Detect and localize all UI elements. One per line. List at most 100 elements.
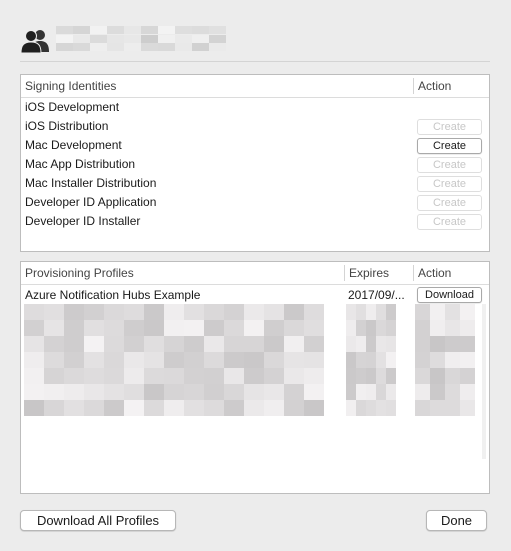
- signing-identities-header: Signing Identities Action: [21, 75, 489, 98]
- redaction-pixel: [445, 352, 460, 368]
- redaction-pixel: [346, 368, 356, 384]
- signing-identity-name: Developer ID Application: [25, 195, 157, 209]
- create-button[interactable]: Create: [417, 195, 482, 211]
- col-action[interactable]: Action: [414, 75, 489, 97]
- redacted-profile-names: [24, 304, 324, 422]
- profile-expires: 2017/09/...: [348, 288, 405, 302]
- redaction-pixel: [204, 320, 224, 336]
- provisioning-profile-row[interactable]: Azure Notification Hubs Example 2017/09/.…: [21, 285, 489, 305]
- download-button[interactable]: Download: [417, 287, 482, 303]
- redaction-pixel: [284, 352, 304, 368]
- redaction-pixel: [107, 26, 124, 34]
- redaction-pixel: [430, 384, 445, 400]
- provisioning-profiles-header: Provisioning Profiles Expires Action: [21, 262, 489, 285]
- redaction-pixel: [184, 368, 204, 384]
- redaction-pixel: [376, 400, 386, 416]
- signing-identity-row[interactable]: Mac Development Create: [21, 136, 489, 155]
- redaction-pixel: [445, 384, 460, 400]
- redaction-pixel: [284, 304, 304, 320]
- redaction-pixel: [346, 400, 356, 416]
- redaction-pixel: [24, 352, 44, 368]
- redaction-pixel: [224, 336, 244, 352]
- create-button[interactable]: Create: [417, 214, 482, 230]
- redaction-pixel: [164, 304, 184, 320]
- redaction-pixel: [376, 368, 386, 384]
- redaction-pixel: [124, 352, 144, 368]
- redaction-pixel: [264, 400, 284, 416]
- signing-identity-name: iOS Development: [25, 100, 120, 114]
- create-button[interactable]: Create: [417, 138, 482, 154]
- redaction-pixel: [44, 384, 64, 400]
- redaction-pixel: [44, 336, 64, 352]
- redaction-pixel: [386, 400, 396, 416]
- redaction-pixel: [64, 304, 84, 320]
- redaction-pixel: [430, 368, 445, 384]
- redaction-pixel: [284, 400, 304, 416]
- redaction-pixel: [144, 400, 164, 416]
- redaction-pixel: [124, 34, 141, 43]
- redaction-pixel: [204, 400, 224, 416]
- redaction-pixel: [284, 384, 304, 400]
- redaction-pixel: [445, 304, 460, 320]
- col-expires[interactable]: Expires: [345, 262, 413, 284]
- redaction-pixel: [184, 304, 204, 320]
- create-button[interactable]: Create: [417, 176, 482, 192]
- redaction-pixel: [445, 336, 460, 352]
- redaction-pixel: [164, 384, 184, 400]
- redaction-pixel: [90, 26, 107, 34]
- redaction-pixel: [84, 384, 104, 400]
- redaction-pixel: [73, 43, 90, 52]
- redaction-pixel: [124, 336, 144, 352]
- redaction-pixel: [24, 368, 44, 384]
- col-signing-identities[interactable]: Signing Identities: [21, 75, 413, 97]
- redaction-pixel: [304, 368, 324, 384]
- redaction-pixel: [264, 384, 284, 400]
- redaction-pixel: [175, 26, 192, 34]
- redaction-pixel: [164, 336, 184, 352]
- redaction-pixel: [376, 384, 386, 400]
- redaction-pixel: [144, 304, 164, 320]
- redaction-pixel: [84, 352, 104, 368]
- redaction-pixel: [264, 352, 284, 368]
- redaction-pixel: [244, 384, 264, 400]
- redaction-pixel: [184, 352, 204, 368]
- create-button[interactable]: Create: [417, 157, 482, 173]
- redaction-pixel: [430, 320, 445, 336]
- redaction-pixel: [430, 352, 445, 368]
- signing-identity-row[interactable]: Developer ID Installer Create: [21, 212, 489, 231]
- redaction-pixel: [56, 34, 73, 43]
- redaction-pixel: [460, 368, 475, 384]
- redaction-pixel: [124, 368, 144, 384]
- redaction-pixel: [44, 368, 64, 384]
- signing-identity-row[interactable]: Developer ID Application Create: [21, 193, 489, 212]
- redaction-pixel: [184, 384, 204, 400]
- redaction-pixel: [460, 304, 475, 320]
- redaction-pixel: [224, 352, 244, 368]
- done-button[interactable]: Done: [426, 510, 487, 531]
- download-all-profiles-button[interactable]: Download All Profiles: [20, 510, 176, 531]
- redaction-pixel: [460, 384, 475, 400]
- scrollbar-track[interactable]: [482, 304, 486, 459]
- redaction-pixel: [64, 368, 84, 384]
- redaction-pixel: [104, 352, 124, 368]
- redaction-pixel: [144, 368, 164, 384]
- signing-identity-row[interactable]: iOS Distribution Create: [21, 117, 489, 136]
- redaction-pixel: [460, 336, 475, 352]
- redaction-pixel: [284, 336, 304, 352]
- redaction-pixel: [366, 320, 376, 336]
- redaction-pixel: [175, 43, 192, 52]
- signing-identity-row[interactable]: Mac Installer Distribution Create: [21, 174, 489, 193]
- col-provisioning-profiles[interactable]: Provisioning Profiles: [21, 262, 344, 284]
- redaction-pixel: [366, 368, 376, 384]
- create-button[interactable]: Create: [417, 119, 482, 135]
- redaction-pixel: [124, 320, 144, 336]
- col-action[interactable]: Action: [414, 262, 489, 284]
- redaction-pixel: [366, 384, 376, 400]
- signing-identity-row[interactable]: Mac App Distribution Create: [21, 155, 489, 174]
- redaction-pixel: [224, 400, 244, 416]
- redaction-pixel: [415, 368, 430, 384]
- redaction-pixel: [64, 336, 84, 352]
- redaction-pixel: [356, 336, 366, 352]
- signing-identity-row[interactable]: iOS Development: [21, 98, 489, 117]
- redaction-pixel: [141, 26, 158, 34]
